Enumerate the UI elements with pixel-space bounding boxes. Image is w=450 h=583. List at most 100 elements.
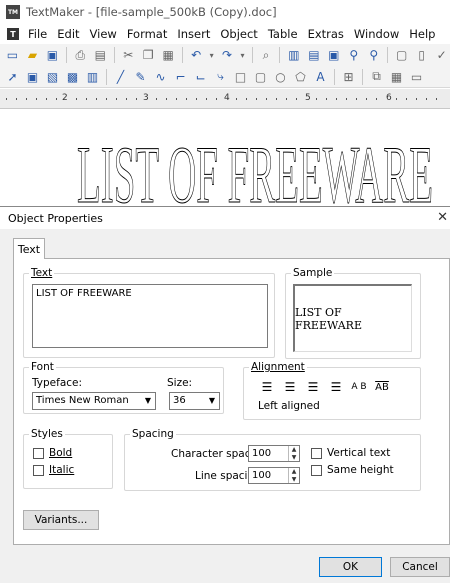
align-right-icon[interactable]: ☰: [304, 380, 322, 394]
alignment-group: Alignment ☰ ☰ ☰ ☰ A B AB Left aligned: [243, 361, 421, 420]
ruler-tick: [206, 98, 207, 100]
menu-object[interactable]: Object: [215, 27, 262, 41]
zoom-page-icon[interactable]: ⚲: [365, 47, 382, 64]
ruler-tick: [26, 98, 27, 100]
checkbox-box: [33, 464, 44, 476]
redo-dropdown-icon[interactable]: ▾: [239, 47, 247, 64]
checkbox-box: [33, 447, 44, 459]
italic-checkbox[interactable]: Italic: [33, 464, 74, 476]
field-icon[interactable]: ▥: [285, 47, 302, 64]
typeface-select[interactable]: Times New Roman ▼: [32, 392, 156, 410]
align-left-icon[interactable]: ☰: [258, 380, 276, 394]
ole-object-icon[interactable]: ▩: [64, 68, 81, 85]
curve-icon[interactable]: ∿: [152, 68, 169, 85]
curved-connector-icon[interactable]: ⤷: [212, 68, 229, 85]
bold-checkbox[interactable]: Bold: [33, 447, 72, 459]
freehand-icon[interactable]: ✎: [132, 68, 149, 85]
paste-icon[interactable]: ▦: [160, 47, 177, 64]
text-input[interactable]: LIST OF FREEWARE: [32, 284, 268, 348]
copy-icon[interactable]: ❐: [140, 47, 157, 64]
arrange-icon[interactable]: ⊞: [340, 68, 357, 85]
open-folder-icon[interactable]: ▰: [24, 47, 41, 64]
textart-object[interactable]: LIST OF FREEWARE: [0, 110, 450, 211]
textart-icon[interactable]: A: [312, 68, 329, 85]
rectangle-icon[interactable]: □: [232, 68, 249, 85]
save-icon[interactable]: ▣: [44, 47, 61, 64]
menu-file[interactable]: File: [23, 27, 52, 41]
same-height-checkbox[interactable]: Same height: [311, 464, 394, 476]
object-toolbar: ➚ ▣ ▧ ▩ ▥ ╱ ✎ ∿ ⌐ ⌙ ⤷ □ ▢ ○ ⬠ A ⊞ ⧉ ▦ ▭: [0, 66, 450, 88]
chevron-down-icon: ▼: [208, 396, 215, 405]
picture-frame-icon[interactable]: ▧: [44, 68, 61, 85]
select-pointer-icon[interactable]: ➚: [4, 68, 21, 85]
menu-edit[interactable]: Edit: [52, 27, 84, 41]
print-icon[interactable]: ⎙: [72, 47, 89, 64]
text-frame-icon[interactable]: ▣: [24, 68, 41, 85]
database-icon[interactable]: ▤: [305, 47, 322, 64]
more-icon[interactable]: ▭: [408, 68, 425, 85]
align-center-icon[interactable]: ☰: [281, 380, 299, 394]
document-icon[interactable]: T: [7, 28, 19, 40]
ruler-tick: [96, 98, 97, 100]
document-canvas[interactable]: LIST OF FREEWARE: [0, 110, 450, 210]
character-spacing-spinner[interactable]: 100 ▲ ▼: [248, 445, 300, 462]
ruler-tick: [346, 98, 347, 100]
line-icon[interactable]: ╱: [112, 68, 129, 85]
rounded-rectangle-icon[interactable]: ▢: [252, 68, 269, 85]
menu-table[interactable]: Table: [263, 27, 303, 41]
spinner-arrows-icon[interactable]: ▲ ▼: [288, 446, 299, 461]
undo-icon[interactable]: ↶: [188, 47, 205, 64]
redo-icon[interactable]: ↷: [219, 47, 236, 64]
connector-icon[interactable]: ⌐: [172, 68, 189, 85]
ruler-tick: [256, 98, 257, 100]
spell-check-icon[interactable]: ✓: [433, 47, 450, 64]
new-document-icon[interactable]: ▭: [4, 47, 21, 64]
ruler-tick: [116, 98, 117, 100]
ok-button[interactable]: OK: [319, 557, 382, 577]
variants-button[interactable]: Variants...: [23, 510, 99, 530]
ruler-tick: [156, 98, 157, 100]
size-select[interactable]: 36 ▼: [169, 392, 220, 410]
sidebar-icon[interactable]: ▯: [413, 47, 430, 64]
alignment-group-label: Alignment: [249, 361, 307, 373]
vertical-text-checkbox[interactable]: Vertical text: [311, 447, 390, 459]
print-preview-icon[interactable]: ▤: [92, 47, 109, 64]
menu-window[interactable]: Window: [349, 27, 404, 41]
menu-help[interactable]: Help: [404, 27, 440, 41]
find-icon[interactable]: ⌕: [258, 47, 275, 64]
elbow-connector-icon[interactable]: ⌙: [192, 68, 209, 85]
frame-icon[interactable]: ▢: [393, 47, 410, 64]
stretch-width-icon[interactable]: A B: [350, 380, 368, 394]
tab-text[interactable]: Text: [13, 238, 45, 259]
ruler-tick: [216, 98, 217, 100]
checkbox-box: [311, 464, 322, 476]
chart-frame-icon[interactable]: ▥: [84, 68, 101, 85]
sample-group-label: Sample: [291, 267, 335, 279]
zoom-icon[interactable]: ⚲: [345, 47, 362, 64]
object-mode-icon[interactable]: ▣: [325, 47, 342, 64]
sample-group: Sample LIST OF FREEWARE: [285, 267, 421, 359]
separator: [106, 68, 107, 85]
undo-dropdown-icon[interactable]: ▾: [208, 47, 216, 64]
chevron-down-icon: ▼: [144, 396, 151, 405]
object-properties-dialog: Object Properties ✕ Text Text LIST OF FR…: [0, 206, 450, 583]
cancel-button[interactable]: Cancel: [390, 557, 450, 577]
cut-icon[interactable]: ✂: [120, 47, 137, 64]
menu-format[interactable]: Format: [122, 27, 173, 41]
menu-view[interactable]: View: [85, 27, 122, 41]
line-spacing-spinner[interactable]: 100 ▲ ▼: [248, 467, 300, 484]
autoshape-icon[interactable]: ⬠: [292, 68, 309, 85]
ruler-tick: [236, 98, 237, 100]
ruler-tick: [196, 98, 197, 100]
force-justify-icon[interactable]: AB: [373, 380, 391, 394]
close-icon[interactable]: ✕: [437, 210, 448, 225]
text-tab-panel: Text LIST OF FREEWARE Sample LIST OF FRE…: [13, 258, 450, 545]
ellipse-icon[interactable]: ○: [272, 68, 289, 85]
spinner-arrows-icon[interactable]: ▲ ▼: [288, 468, 299, 483]
text-group-label: Text: [29, 267, 55, 279]
menu-insert[interactable]: Insert: [172, 27, 215, 41]
properties-icon[interactable]: ▦: [388, 68, 405, 85]
bring-forward-icon[interactable]: ⧉: [368, 68, 385, 85]
align-justify-icon[interactable]: ☰: [327, 380, 345, 394]
menu-extras[interactable]: Extras: [303, 27, 349, 41]
